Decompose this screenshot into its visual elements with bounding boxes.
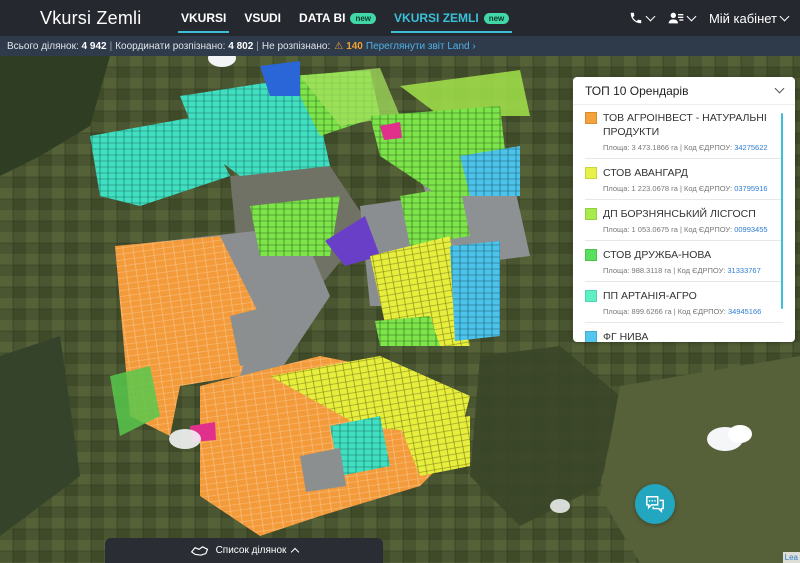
color-swatch bbox=[585, 249, 597, 261]
chat-icon bbox=[646, 496, 664, 514]
tenant-name: ПП АРТАНІЯ-АГРО bbox=[603, 290, 697, 302]
cloud bbox=[728, 425, 752, 443]
parcel-green[interactable] bbox=[375, 316, 440, 346]
panel-title: ТОП 10 Орендарів bbox=[585, 83, 689, 98]
tenant-item[interactable]: СТОВ ДРУЖБА-НОВА Площа: 988.3118 га | Ко… bbox=[585, 246, 783, 282]
top-tenants-panel: ТОП 10 Орендарів ТОВ АГРОІНВЕСТ - НАТУРА… bbox=[573, 77, 795, 342]
phone-icon bbox=[630, 12, 642, 24]
chat-button[interactable] bbox=[635, 484, 675, 524]
nav-right: Мій кабінет bbox=[629, 0, 790, 36]
account-menu[interactable]: Мій кабінет bbox=[708, 10, 790, 26]
tenant-item[interactable]: ТОВ АГРОІНВЕСТ - НАТУРАЛЬНІ ПРОДУКТИ Пло… bbox=[585, 109, 783, 159]
cloud bbox=[550, 499, 570, 513]
map-area-icon bbox=[190, 545, 208, 556]
chevron-down-icon bbox=[779, 11, 790, 21]
chevron-down-icon bbox=[686, 11, 697, 21]
nav-link-data-bi[interactable]: DATA BI new bbox=[290, 0, 385, 36]
tenant-name: ФГ НИВА bbox=[603, 331, 649, 342]
tenant-name: ДП БОРЗНЯНСЬКИЙ ЛІСГОСП bbox=[603, 208, 756, 220]
tenant-code-link[interactable]: 34275622 bbox=[734, 143, 767, 152]
top-navbar: Vkursi Zemli VKURSI VSUDI DATA BI new VKU… bbox=[0, 0, 800, 36]
main-nav: VKURSI VSUDI DATA BI new VKURSI ZEMLI new bbox=[172, 0, 518, 36]
new-badge: new bbox=[483, 12, 510, 24]
tenant-meta: Площа: 1 223.0678 га | Код ЄДРПОУ: 03795… bbox=[603, 184, 768, 193]
tenant-code-link[interactable]: 31333767 bbox=[727, 266, 760, 275]
total-value: 4 942 bbox=[81, 40, 107, 52]
parcel-blue[interactable] bbox=[450, 241, 500, 341]
parcel-list-label: Список ділянок bbox=[215, 545, 287, 556]
report-link[interactable]: Переглянути звіт Land › bbox=[366, 41, 476, 52]
color-swatch bbox=[585, 208, 597, 220]
color-swatch bbox=[585, 167, 597, 179]
recognized-label: Координати розпізнано: bbox=[115, 40, 226, 52]
tenant-meta: Площа: 988.3118 га | Код ЄДРПОУ: 3133376… bbox=[603, 266, 761, 275]
forest-area bbox=[600, 356, 800, 563]
tenant-item[interactable]: ФГ НИВА bbox=[585, 328, 783, 342]
recognized-value: 4 802 bbox=[228, 40, 254, 52]
tenant-name: ТОВ АГРОІНВЕСТ - НАТУРАЛЬНІ ПРОДУКТИ bbox=[603, 112, 767, 138]
chevron-down-icon bbox=[645, 11, 656, 21]
chevron-up-icon bbox=[291, 547, 300, 557]
unrecognized-value: 140 bbox=[346, 40, 363, 52]
tenant-name: СТОВ ДРУЖБА-НОВА bbox=[603, 249, 712, 261]
user-card-icon bbox=[668, 12, 684, 24]
cloud bbox=[169, 429, 201, 449]
tenant-item[interactable]: ДП БОРЗНЯНСЬКИЙ ЛІСГОСП Площа: 1 053.067… bbox=[585, 205, 783, 241]
tenant-code-link[interactable]: 03795916 bbox=[734, 184, 767, 193]
color-swatch bbox=[585, 331, 597, 342]
tenant-meta: Площа: 899.6266 га | Код ЄДРПОУ: 3494516… bbox=[603, 307, 762, 316]
color-swatch bbox=[585, 112, 597, 124]
account-label: Мій кабінет bbox=[708, 10, 777, 26]
tenant-meta: Площа: 3 473.1866 га | Код ЄДРПОУ: 34275… bbox=[603, 143, 768, 152]
stats-bar: Всього ділянок: 4 942 | Координати розпі… bbox=[0, 36, 800, 56]
map-attribution[interactable]: Lea bbox=[782, 552, 800, 563]
parcel-green[interactable] bbox=[400, 186, 470, 246]
separator: | bbox=[109, 40, 113, 52]
parcel-green[interactable] bbox=[250, 196, 340, 256]
panel-header[interactable]: ТОП 10 Орендарів bbox=[573, 77, 795, 105]
tenant-meta: Площа: 1 053.0675 га | Код ЄДРПОУ: 00993… bbox=[603, 225, 768, 234]
map-warning-icon: ⚠ bbox=[334, 40, 344, 52]
unrecognized-label: Не розпізнано: bbox=[261, 40, 331, 52]
separator: | bbox=[256, 40, 259, 52]
user-menu[interactable] bbox=[668, 11, 697, 25]
nav-link-vsudi[interactable]: VSUDI bbox=[235, 0, 290, 36]
nav-link-vkursi[interactable]: VKURSI bbox=[172, 0, 235, 36]
tenant-item[interactable]: ПП АРТАНІЯ-АГРО Площа: 899.6266 га | Код… bbox=[585, 287, 783, 323]
tenant-list: ТОВ АГРОІНВЕСТ - НАТУРАЛЬНІ ПРОДУКТИ Пло… bbox=[573, 105, 795, 342]
tenant-name: СТОВ АВАНГАРД bbox=[603, 167, 688, 179]
phone-menu[interactable] bbox=[629, 11, 656, 25]
color-swatch bbox=[585, 290, 597, 302]
new-badge: new bbox=[350, 12, 377, 24]
parcel-list-toggle[interactable]: Список ділянок bbox=[105, 538, 383, 563]
chevron-down-icon[interactable] bbox=[774, 83, 785, 94]
tenant-code-link[interactable]: 34945166 bbox=[728, 307, 761, 316]
tenant-item[interactable]: СТОВ АВАНГАРД Площа: 1 223.0678 га | Код… bbox=[585, 164, 783, 200]
total-label: Всього ділянок: bbox=[7, 40, 79, 52]
tenant-code-link[interactable]: 00993455 bbox=[734, 225, 767, 234]
app-logo[interactable]: Vkursi Zemli bbox=[40, 8, 141, 29]
scrollbar[interactable] bbox=[781, 113, 783, 309]
nav-link-vkursi-zemli[interactable]: VKURSI ZEMLI new bbox=[385, 0, 518, 36]
